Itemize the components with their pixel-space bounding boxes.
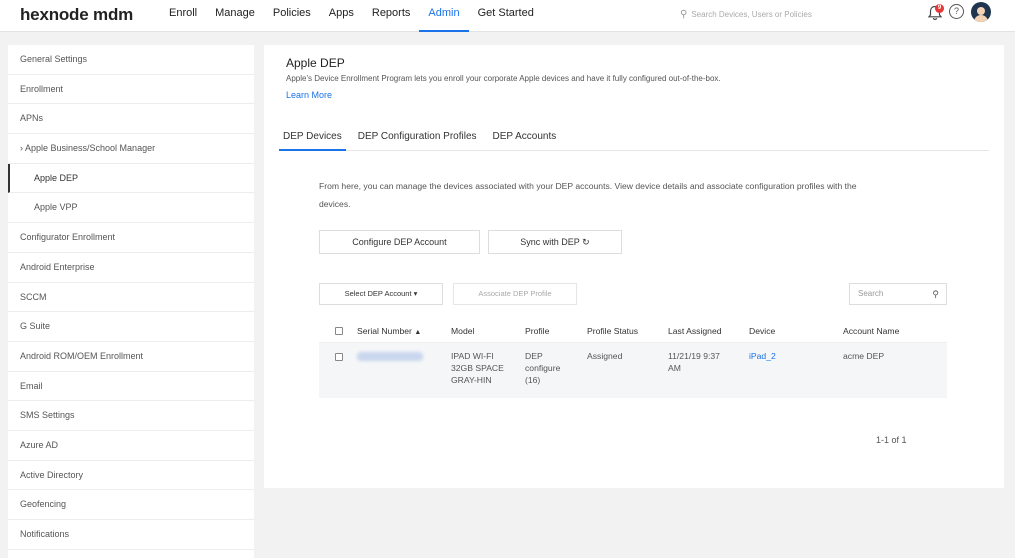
last-assigned-line: AM xyxy=(668,363,681,373)
cell-account-name: acme DEP xyxy=(843,351,885,361)
nav-admin[interactable]: Admin xyxy=(419,0,469,32)
sidebar-item-android-enterprise[interactable]: Android Enterprise xyxy=(8,253,254,283)
sort-asc-icon: ▲ xyxy=(414,329,422,336)
admin-sidebar: General Settings Enrollment APNs › Apple … xyxy=(8,45,254,558)
learn-more-link[interactable]: Learn More xyxy=(286,90,332,100)
intro-line-2: devices. xyxy=(319,199,351,209)
header-profile-status: Profile Status xyxy=(587,326,639,336)
associate-dep-profile-button[interactable]: Associate DEP Profile xyxy=(453,283,577,305)
user-avatar[interactable] xyxy=(971,2,991,22)
sync-icon: ↻ xyxy=(582,237,590,247)
header-serial-number-label: Serial Number xyxy=(357,326,412,336)
sidebar-item-general-settings[interactable]: General Settings xyxy=(8,45,254,75)
cell-device-link[interactable]: iPad_2 xyxy=(749,350,776,362)
sidebar-item-android-rom-oem[interactable]: Android ROM/OEM Enrollment xyxy=(8,342,254,372)
device-search-input[interactable]: Search ⚲ xyxy=(849,283,947,305)
nav-enroll[interactable]: Enroll xyxy=(160,0,206,32)
intro-text: From here, you can manage the devices as… xyxy=(319,177,959,213)
page-title: Apple DEP xyxy=(286,56,345,70)
sidebar-item-enrollment[interactable]: Enrollment xyxy=(8,75,254,105)
select-dep-account-dropdown[interactable]: Select DEP Account ▾ xyxy=(319,283,443,305)
main-nav: Enroll Manage Policies Apps Reports Admi… xyxy=(160,0,543,32)
help-icon[interactable]: ? xyxy=(949,4,964,19)
page-description: Apple's Device Enrollment Program lets y… xyxy=(286,74,721,83)
model-line: IPAD WI-FI xyxy=(451,351,494,361)
sidebar-item-apns[interactable]: APNs xyxy=(8,104,254,135)
model-line: 32GB SPACE xyxy=(451,363,504,373)
search-icon: ⚲ xyxy=(680,9,688,20)
header-device: Device xyxy=(749,326,776,336)
serial-number-redacted xyxy=(357,352,423,361)
header-model: Model xyxy=(451,326,475,336)
tab-dep-devices[interactable]: DEP Devices xyxy=(279,127,346,151)
select-dep-account-label: Select DEP Account xyxy=(344,289,412,298)
header-account-name: Account Name xyxy=(843,326,900,336)
pagination-info: 1-1 of 1 xyxy=(876,435,907,445)
sidebar-item-sccm[interactable]: SCCM xyxy=(8,283,254,313)
profile-line: (16) xyxy=(525,375,541,385)
sidebar-item-g-suite[interactable]: G Suite xyxy=(8,312,254,342)
sidebar-item-configurator-enrollment[interactable]: Configurator Enrollment xyxy=(8,223,254,253)
nav-apps[interactable]: Apps xyxy=(320,0,363,32)
sidebar-item-active-directory[interactable]: Active Directory xyxy=(8,461,254,491)
cell-profile: DEP configure (16) xyxy=(525,350,560,386)
header-profile: Profile xyxy=(525,326,550,336)
header-serial-number[interactable]: Serial Number ▲ xyxy=(357,325,421,339)
profile-line: configure xyxy=(525,363,561,373)
last-assigned-line: 11/21/19 9:37 xyxy=(668,351,720,361)
sidebar-item-sms-settings[interactable]: SMS Settings xyxy=(8,401,254,431)
sidebar-item-apple-business-manager[interactable]: › Apple Business/School Manager xyxy=(8,134,254,164)
nav-manage[interactable]: Manage xyxy=(206,0,264,32)
sidebar-item-azure-ad[interactable]: Azure AD xyxy=(8,431,254,461)
table-header-row: Serial Number ▲ Model Profile Profile St… xyxy=(319,318,947,343)
sync-button-label: Sync with DEP xyxy=(520,237,580,247)
sidebar-item-email[interactable]: Email xyxy=(8,372,254,402)
dep-tabs: DEP Devices DEP Configuration Profiles D… xyxy=(279,127,989,151)
select-all-checkbox[interactable] xyxy=(335,327,343,335)
main-content-panel: Apple DEP Apple's Device Enrollment Prog… xyxy=(264,45,1004,488)
caret-down-icon: ▾ xyxy=(413,289,418,298)
tab-dep-accounts[interactable]: DEP Accounts xyxy=(489,127,561,151)
dep-devices-table: Serial Number ▲ Model Profile Profile St… xyxy=(319,318,947,398)
nav-reports[interactable]: Reports xyxy=(363,0,420,32)
device-search-placeholder: Search xyxy=(858,289,884,298)
table-row: IPAD WI-FI 32GB SPACE GRAY-HIN DEP confi… xyxy=(319,343,947,398)
sidebar-item-apple-dep[interactable]: Apple DEP xyxy=(8,163,254,194)
cell-profile-status: Assigned xyxy=(587,351,623,361)
cell-model: IPAD WI-FI 32GB SPACE GRAY-HIN xyxy=(451,350,504,386)
row-checkbox[interactable] xyxy=(335,353,343,361)
header-last-assigned: Last Assigned xyxy=(668,326,722,336)
global-search-input[interactable]: ⚲ Search Devices, Users or Policies xyxy=(680,7,860,23)
nav-get-started[interactable]: Get Started xyxy=(469,0,543,32)
intro-line-1: From here, you can manage the devices as… xyxy=(319,181,857,191)
sidebar-item-label: Apple Business/School Manager xyxy=(25,143,156,154)
notification-badge: 9 xyxy=(935,4,944,13)
sidebar-item-geofencing[interactable]: Geofencing xyxy=(8,490,254,520)
profile-line: DEP xyxy=(525,351,543,361)
nav-policies[interactable]: Policies xyxy=(264,0,320,32)
cell-last-assigned: 11/21/19 9:37 AM xyxy=(668,350,720,374)
search-icon[interactable]: ⚲ xyxy=(932,284,939,304)
sidebar-item-notifications[interactable]: Notifications xyxy=(8,520,254,550)
tab-dep-configuration-profiles[interactable]: DEP Configuration Profiles xyxy=(354,127,481,151)
hexnode-logo[interactable]: hexnode mdm xyxy=(20,5,133,25)
global-search-placeholder: Search Devices, Users or Policies xyxy=(691,10,812,19)
sync-with-dep-button[interactable]: Sync with DEP ↻ xyxy=(488,230,622,254)
model-line: GRAY-HIN xyxy=(451,375,492,385)
top-navigation-bar: hexnode mdm Enroll Manage Policies Apps … xyxy=(0,0,1015,32)
configure-dep-account-button[interactable]: Configure DEP Account xyxy=(319,230,480,254)
sidebar-item-apple-vpp[interactable]: Apple VPP xyxy=(8,193,254,224)
chevron-right-icon: › xyxy=(20,143,23,154)
